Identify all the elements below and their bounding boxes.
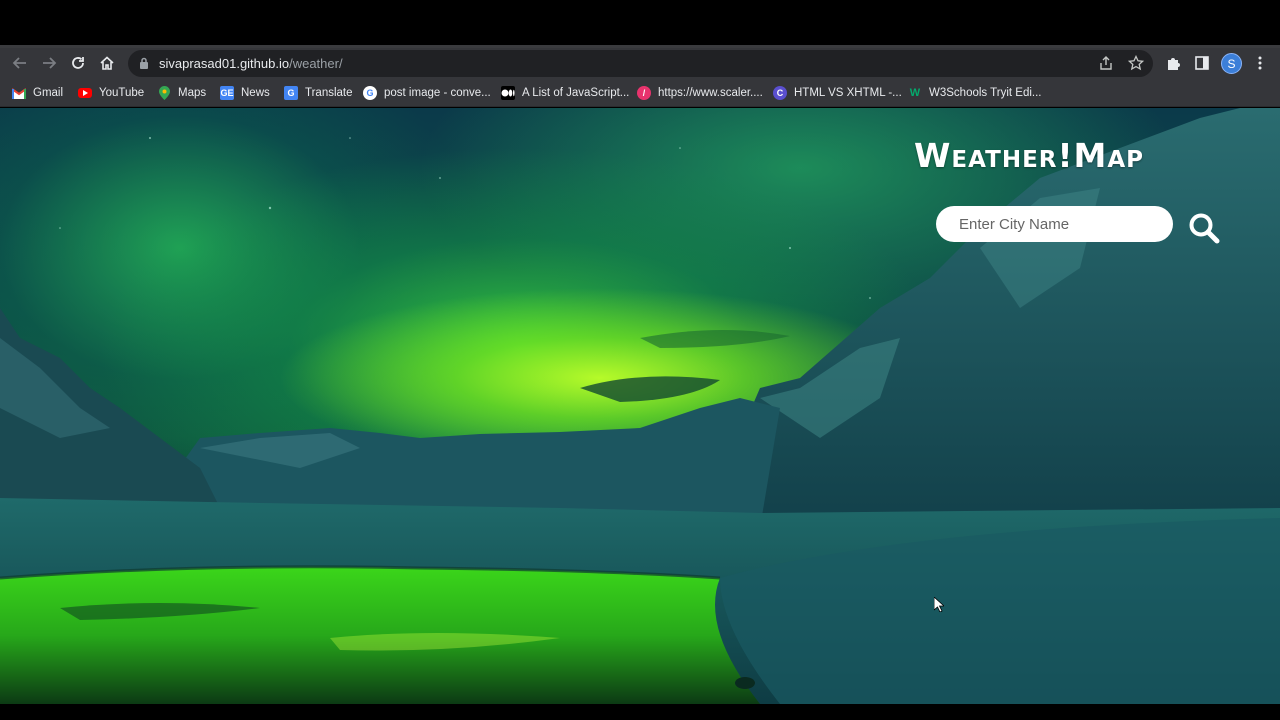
w3schools-icon: W [909,87,921,99]
screen-top-border [0,0,1280,46]
app-logo: Weather!Map [914,136,1145,175]
medium-icon [501,86,515,100]
profile-avatar[interactable]: S [1221,53,1242,74]
bookmark-translate[interactable]: G Translate [284,85,353,101]
home-icon [100,56,114,70]
address-bar[interactable]: sivaprasad01.github.io/weather/ [128,50,1153,77]
forward-button[interactable] [39,53,59,73]
bookmark-w3schools[interactable]: W W3Schools Tryit Edi... [908,85,1042,101]
back-button[interactable] [10,53,30,73]
bookmark-gmail[interactable]: Gmail [12,85,63,101]
bookmark-post-image[interactable]: G post image - conve... [363,85,491,101]
news-icon: GE [220,86,234,100]
side-panel-button[interactable] [1192,53,1212,73]
arrow-right-icon [43,57,57,69]
aurora-landscape-background [0,108,1280,704]
bookmark-label: Maps [178,87,207,99]
bookmark-star-icon[interactable] [1128,55,1144,71]
bookmark-html-vs-xhtml[interactable]: C HTML VS XHTML -... [773,85,902,101]
browser-toolbar: sivaprasad01.github.io/weather/ S [0,48,1280,79]
bookmark-scaler[interactable]: / https://www.scaler.... [637,85,763,101]
translate-icon: G [284,86,298,100]
search-button[interactable] [1186,210,1222,246]
bookmark-youtube[interactable]: YouTube [78,85,144,101]
bookmark-javascript-list[interactable]: A List of JavaScript... [501,85,629,101]
lock-icon [140,57,148,69]
bookmark-label: News [241,87,270,99]
bookmarks-bar: Gmail YouTube Maps GE News G Translate G… [0,79,1280,107]
bookmark-label: https://www.scaler.... [658,87,763,99]
url-text: sivaprasad01.github.io/weather/ [159,56,343,71]
screen-bottom-border [0,704,1280,720]
bookmark-label: YouTube [99,87,145,99]
c-icon: C [773,86,787,100]
google-icon: G [363,86,377,100]
city-search-input[interactable] [936,206,1173,242]
menu-button[interactable] [1250,53,1270,73]
bookmark-label: HTML VS XHTML -... [794,87,902,99]
reload-icon [72,57,84,69]
side-panel-icon [1195,56,1209,70]
bookmark-label: Translate [305,87,353,99]
share-icon[interactable] [1098,55,1114,71]
youtube-icon [78,88,92,98]
gmail-icon [12,86,26,100]
arrow-left-icon [12,57,26,69]
bookmark-news[interactable]: GE News [220,85,270,101]
kebab-menu-icon [1258,56,1262,70]
bookmark-label: post image - conve... [384,87,491,99]
bookmark-label: W3Schools Tryit Edi... [929,87,1042,99]
scaler-icon: / [637,86,651,100]
search-icon [1189,213,1220,244]
url-host: sivaprasad01.github.io [159,56,290,71]
mouse-cursor-icon [934,597,944,612]
reload-button[interactable] [68,53,88,73]
web-page: Weather!Map [0,108,1280,704]
url-path: /weather/ [289,56,343,71]
puzzle-icon [1168,58,1180,70]
maps-icon [157,86,171,100]
bookmark-label: Gmail [33,87,64,99]
home-button[interactable] [97,53,117,73]
extensions-button[interactable] [1163,53,1183,73]
bookmark-maps[interactable]: Maps [157,85,206,101]
bookmark-label: A List of JavaScript... [522,87,630,99]
